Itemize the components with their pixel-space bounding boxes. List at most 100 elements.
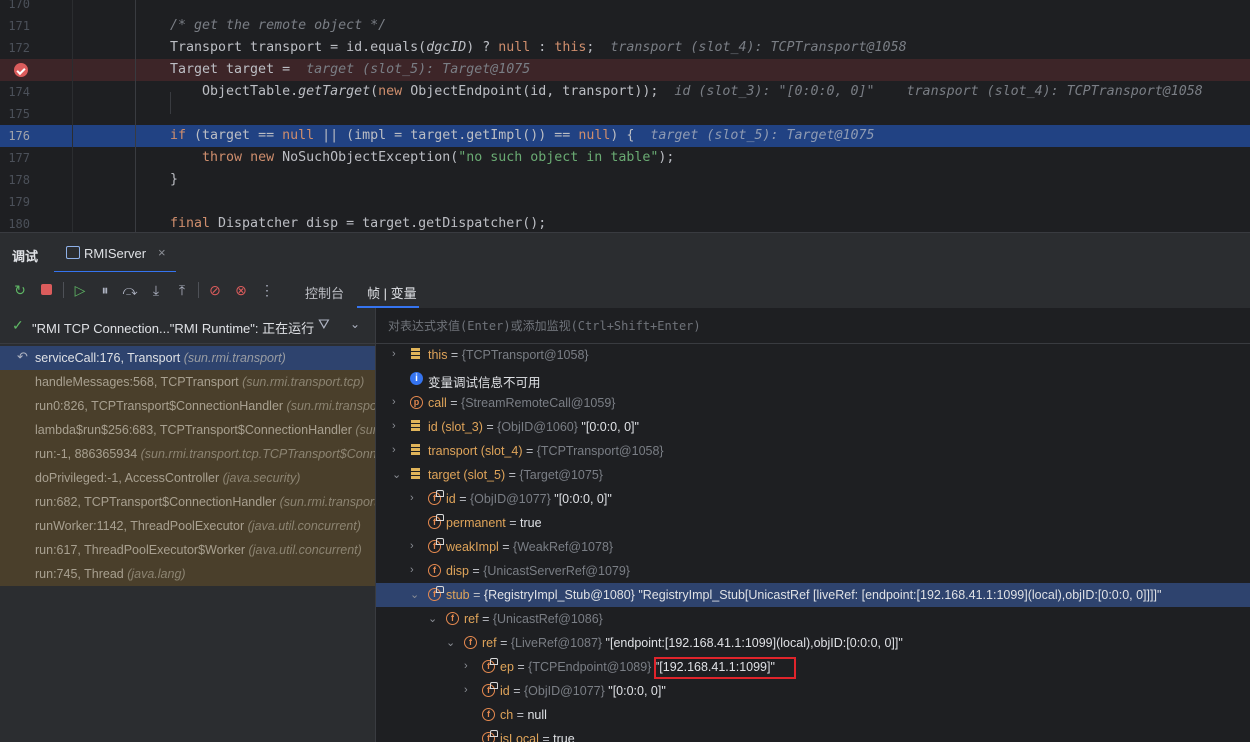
chevron-right-icon[interactable]: › xyxy=(410,564,420,576)
toolbar-separator xyxy=(63,282,64,298)
frame-item[interactable]: handleMessages:568, TCPTransport (sun.rm… xyxy=(0,370,375,394)
tab-rmiserver-label: RMIServer xyxy=(84,246,147,261)
variable-text: ref = {UnicastRef@1086} xyxy=(464,612,603,626)
chevron-right-icon[interactable]: › xyxy=(464,660,474,672)
chevron-down-icon[interactable]: ⌄ xyxy=(410,588,420,601)
code-line[interactable]: 172 Transport transport = id.equals(dgcID… xyxy=(0,37,1250,59)
local-variable-icon xyxy=(410,444,423,457)
variable-row[interactable]: › f ep = {TCPEndpoint@1089} "[192.168.41.1… xyxy=(376,655,1250,679)
breakpoint-line[interactable]: Target target = target (slot_5): Target@… xyxy=(0,59,1250,81)
equals-sign: = xyxy=(446,396,462,410)
chevron-right-icon[interactable]: › xyxy=(410,540,420,552)
code-line[interactable]: 179 xyxy=(0,191,1250,213)
field-icon: f xyxy=(428,538,444,553)
variable-type: {RegistryImpl_Stub@1080} xyxy=(483,588,639,602)
frame-item[interactable]: run:-1, 886365934 (sun.rmi.transport.tcp… xyxy=(0,442,375,466)
variable-row[interactable]: ⌄ f stub = {RegistryImpl_Stub@1080} "Regis… xyxy=(376,583,1250,607)
breakpoint-icon[interactable] xyxy=(14,63,28,77)
variable-row[interactable]: › id (slot_3) = {ObjID@1060} "[0:0:0, 0]" xyxy=(376,415,1250,439)
code-line[interactable]: 177 throw new NoSuchObjectException("no … xyxy=(0,147,1250,169)
line-number[interactable]: 176 xyxy=(0,129,30,143)
variable-row[interactable]: f permanent = true xyxy=(376,511,1250,535)
local-variable-icon xyxy=(410,468,423,481)
code-line[interactable]: 174 ObjectTable.getTarget(new ObjectEndp… xyxy=(0,81,1250,103)
frame-item[interactable]: runWorker:1142, ThreadPoolExecutor (java… xyxy=(0,514,375,538)
variable-row[interactable]: ⌄ f ref = {LiveRef@1087} "[endpoint:[192.1… xyxy=(376,631,1250,655)
code-line[interactable]: 170 xyxy=(0,0,1250,15)
variable-row[interactable]: › this = {TCPTransport@1058} xyxy=(376,344,1250,367)
line-number[interactable]: 170 xyxy=(0,0,30,11)
frame-item[interactable]: run:617, ThreadPoolExecutor$Worker (java… xyxy=(0,538,375,562)
chevron-right-icon[interactable]: › xyxy=(392,420,402,432)
frame-item[interactable]: lambda$run$256:683, TCPTransport$Connect… xyxy=(0,418,375,442)
resume-icon[interactable]: ▷ xyxy=(71,281,89,299)
code-line[interactable]: 171 /* get the remote object */ xyxy=(0,15,1250,37)
view-breakpoints-icon[interactable]: ⊘ xyxy=(206,281,224,299)
stop-icon[interactable] xyxy=(37,281,55,299)
line-number[interactable]: 180 xyxy=(0,217,30,231)
current-execution-line[interactable]: 176 if (target == null || (impl = target.… xyxy=(0,125,1250,147)
close-icon[interactable]: × xyxy=(158,245,166,260)
code-line[interactable]: 178} xyxy=(0,169,1250,191)
variable-type: {ObjID@1060} xyxy=(497,420,582,434)
chevron-right-icon[interactable]: › xyxy=(410,492,420,504)
chevron-down-icon[interactable]: ⌄ xyxy=(350,317,360,331)
code-line[interactable]: 175 xyxy=(0,103,1250,125)
variable-name: disp xyxy=(446,564,469,578)
filter-icon[interactable]: ⛛ xyxy=(318,316,330,333)
variable-row[interactable]: f ch = null xyxy=(376,703,1250,727)
mute-breakpoints-icon[interactable]: ⊗ xyxy=(232,281,250,299)
variable-row[interactable]: › f disp = {UnicastServerRef@1079} xyxy=(376,559,1250,583)
pause-icon[interactable]: ⏸ xyxy=(96,281,114,299)
current-frame-icon: ↶ xyxy=(17,349,28,364)
variable-row[interactable]: ⌄ target (slot_5) = {Target@1075} xyxy=(376,463,1250,487)
frame-item[interactable]: run0:826, TCPTransport$ConnectionHandler… xyxy=(0,394,375,418)
line-number[interactable]: 178 xyxy=(0,173,30,187)
variable-row[interactable]: › f weakImpl = {WeakRef@1078} xyxy=(376,535,1250,559)
step-into-icon[interactable]: ⤓ xyxy=(147,281,165,299)
chevron-down-icon[interactable]: ⌄ xyxy=(392,468,402,481)
variable-text: disp = {UnicastServerRef@1079} xyxy=(446,564,630,578)
thread-selector[interactable]: ✓ "RMI TCP Connection..."RMI Runtime": 正… xyxy=(0,308,376,344)
rerun-icon[interactable]: ↻ xyxy=(11,281,29,299)
parameter-icon: p xyxy=(410,396,423,409)
line-number[interactable]: 177 xyxy=(0,151,30,165)
evaluate-expression-input[interactable] xyxy=(386,316,1230,336)
code-line[interactable]: 180 final Dispatcher disp = target.getDis… xyxy=(0,213,1250,232)
debug-toolbar: ↻ ▷ ⏸ ⤼ ⤓ ⤒ ⊘ ⊗ ⋮ 控制台 帧 | 变量 xyxy=(0,272,1250,309)
variable-value: 变量调试信息不可用 xyxy=(428,376,541,390)
frame-item[interactable]: run:682, TCPTransport$ConnectionHandler … xyxy=(0,490,375,514)
indent-guide xyxy=(135,0,136,232)
step-over-icon[interactable]: ⤼ xyxy=(121,281,139,299)
variable-row[interactable]: › f id = {ObjID@1077} "[0:0:0, 0]" xyxy=(376,679,1250,703)
code-editor[interactable]: 170 171 /* get the remote object */ 172 Tran… xyxy=(0,0,1250,232)
chevron-down-icon[interactable]: ⌄ xyxy=(428,612,438,625)
variable-row[interactable]: › p call = {StreamRemoteCall@1059} xyxy=(376,391,1250,415)
frame-item[interactable]: doPrivileged:-1, AccessController (java.… xyxy=(0,466,375,490)
line-number[interactable]: 179 xyxy=(0,195,30,209)
line-number[interactable]: 171 xyxy=(0,19,30,33)
variable-row[interactable]: i 变量调试信息不可用 xyxy=(376,367,1250,391)
variable-name: isLocal xyxy=(500,732,539,742)
tab-console[interactable]: 控制台 xyxy=(305,283,344,302)
line-number[interactable]: 172 xyxy=(0,41,30,55)
chevron-right-icon[interactable]: › xyxy=(464,684,474,696)
variable-row[interactable]: › transport (slot_4) = {TCPTransport@1058… xyxy=(376,439,1250,463)
chevron-down-icon[interactable]: ⌄ xyxy=(446,636,456,649)
tab-rmiserver[interactable]: RMIServer × xyxy=(54,233,176,273)
chevron-right-icon[interactable]: › xyxy=(392,444,402,456)
frame-item[interactable]: ↶ serviceCall:176, Transport (sun.rmi.tra… xyxy=(0,346,375,370)
tab-frames-variables[interactable]: 帧 | 变量 xyxy=(367,283,417,302)
frame-item[interactable]: run:745, Thread (java.lang) xyxy=(0,562,375,586)
variable-row[interactable]: f isLocal = true xyxy=(376,727,1250,742)
variable-row[interactable]: › f id = {ObjID@1077} "[0:0:0, 0]" xyxy=(376,487,1250,511)
variable-type: {UnicastServerRef@1079} xyxy=(483,564,630,578)
line-number[interactable]: 175 xyxy=(0,107,30,121)
variable-row[interactable]: ⌄ f ref = {UnicastRef@1086} xyxy=(376,607,1250,631)
more-options-icon[interactable]: ⋮ xyxy=(258,281,276,299)
frame-package: (sun.rmi.transport.tcp.TCPTransport$Conn… xyxy=(140,447,375,461)
chevron-right-icon[interactable]: › xyxy=(392,348,402,360)
chevron-right-icon[interactable]: › xyxy=(392,396,402,408)
step-out-icon[interactable]: ⤒ xyxy=(173,281,191,299)
line-number[interactable]: 174 xyxy=(0,85,30,99)
